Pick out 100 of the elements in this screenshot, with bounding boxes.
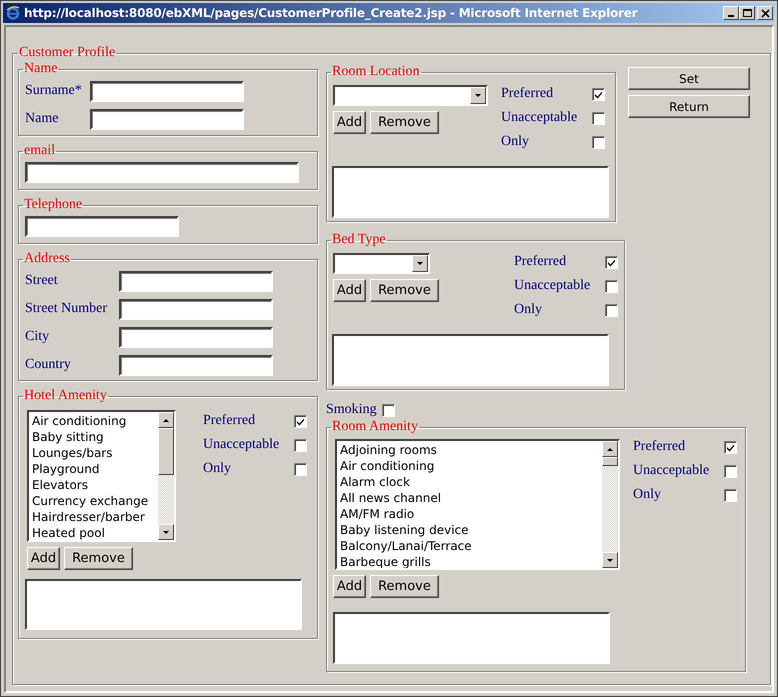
form-button[interactable]: Set [628,67,750,90]
checkbox-label: Unacceptable [501,109,578,127]
add-button[interactable]: Add [27,547,60,570]
checkbox[interactable] [294,438,307,452]
down-arrow-icon [606,556,614,564]
dropdown-button[interactable] [470,87,486,104]
group-legend: Room Location [331,64,420,80]
list-option[interactable]: Playground [32,461,158,477]
maximize-button[interactable] [739,6,755,20]
browser-logo-icon [6,6,20,20]
scroll-thumb[interactable] [602,457,618,466]
input-field[interactable] [25,216,179,237]
window-title: http://localhost:8080/ebXML/pages/CustomerProfile_Create2.jsp - Microsoft Internet Explorer [24,6,638,20]
text-area[interactable] [25,579,302,630]
checkbox-label: Preferred [514,253,568,271]
scroll-up-button[interactable] [602,441,618,457]
list-option[interactable]: Baby sitting [32,429,158,445]
scroll-down-button[interactable] [602,552,618,568]
list-option[interactable]: Hairdresser/barber [32,509,158,525]
minimize-icon [728,15,734,17]
checkbox[interactable] [605,304,618,316]
group-legend: Room Amenity [331,419,419,435]
text-area[interactable] [332,334,609,386]
list-option[interactable]: Currency exchange [32,493,158,509]
add-button[interactable]: Add [333,575,366,598]
scroll-up-button[interactable] [158,412,174,428]
checkbox[interactable] [605,256,618,268]
checkbox[interactable] [382,404,395,416]
list-option[interactable]: Balcony/Lanai/Terrace [340,538,602,554]
scroll-down-button[interactable] [158,524,174,540]
checkbox-label: Unacceptable [203,436,280,454]
down-arrow-icon [162,528,170,536]
checkbox[interactable] [294,414,307,428]
group-legend: Telephone [23,197,84,213]
group-legend: Bed Type [331,232,387,248]
checkbox[interactable] [724,440,737,454]
dropdown-button[interactable] [412,255,428,272]
input-field[interactable] [119,270,273,292]
checkbox-label: Only [633,486,662,504]
list-box[interactable]: Air conditioning Baby sitting Lounges/bars Playground Elevators Currency exchange Hairdresser/barber Heated pool [27,410,176,542]
checkbox-label: Preferred [501,85,554,103]
input-field[interactable] [119,354,273,376]
checkbox[interactable] [294,462,307,476]
input-field[interactable] [119,326,273,348]
checkbox[interactable] [592,136,605,148]
dropdown[interactable] [333,85,488,106]
input-field[interactable] [25,162,299,183]
remove-button[interactable]: Remove [370,111,439,134]
list-option[interactable]: Adjoining rooms [340,442,602,458]
remove-button[interactable]: Remove [370,575,439,598]
checkbox-label: Only [203,460,232,478]
checkbox[interactable] [724,464,737,478]
list-option[interactable]: AM/FM radio [340,506,602,522]
up-arrow-icon [162,416,170,424]
input-field[interactable] [90,108,244,130]
add-button[interactable]: Add [333,279,366,302]
checkbox[interactable] [605,280,618,292]
text-area[interactable] [332,166,609,218]
field-label: Street [25,273,59,289]
field-label: Surname* [25,83,83,99]
checkbox-label: Smoking [326,401,377,419]
remove-button[interactable]: Remove [64,547,133,570]
maximize-icon [742,9,752,17]
group-legend: Hotel Amenity [23,388,108,404]
checkbox-label: Preferred [203,412,256,430]
close-button[interactable] [757,6,773,20]
field-label: City [25,329,50,345]
check-mark-icon [607,258,616,266]
checkbox-label: Only [514,301,543,319]
checkbox-label: Only [501,133,530,151]
checkbox-label: Unacceptable [514,277,590,295]
checkbox[interactable] [592,88,605,100]
down-arrow-icon [416,260,424,267]
add-button[interactable]: Add [333,111,366,134]
list-option[interactable]: Air conditioning [32,413,158,429]
input-field[interactable] [90,80,244,102]
form-button[interactable]: Return [628,95,750,118]
group-legend: Name [23,61,58,77]
list-option[interactable]: Air conditioning [340,458,602,474]
list-option[interactable]: All news channel [340,490,602,506]
field-label: Street Number [25,301,108,317]
list-option[interactable]: Lounges/bars [32,445,158,461]
group-legend: Customer Profile [18,45,116,61]
dropdown[interactable] [333,253,430,274]
text-area[interactable] [333,612,610,664]
minimize-button[interactable] [723,6,739,20]
checkbox[interactable] [724,488,737,502]
up-arrow-icon [606,446,614,452]
list-option[interactable]: Heated pool [32,525,158,540]
input-field[interactable] [119,298,273,320]
field-label: Name [25,111,60,127]
scroll-thumb[interactable] [158,428,174,475]
list-option[interactable]: Elevators [32,477,158,493]
remove-button[interactable]: Remove [370,279,439,302]
checkbox-label: Preferred [633,438,686,456]
list-option[interactable]: Baby listening device [340,522,602,538]
scrollbar[interactable] [602,441,618,568]
scrollbar[interactable] [158,412,174,540]
list-option[interactable]: Alarm clock [340,474,602,490]
checkbox[interactable] [592,112,605,124]
